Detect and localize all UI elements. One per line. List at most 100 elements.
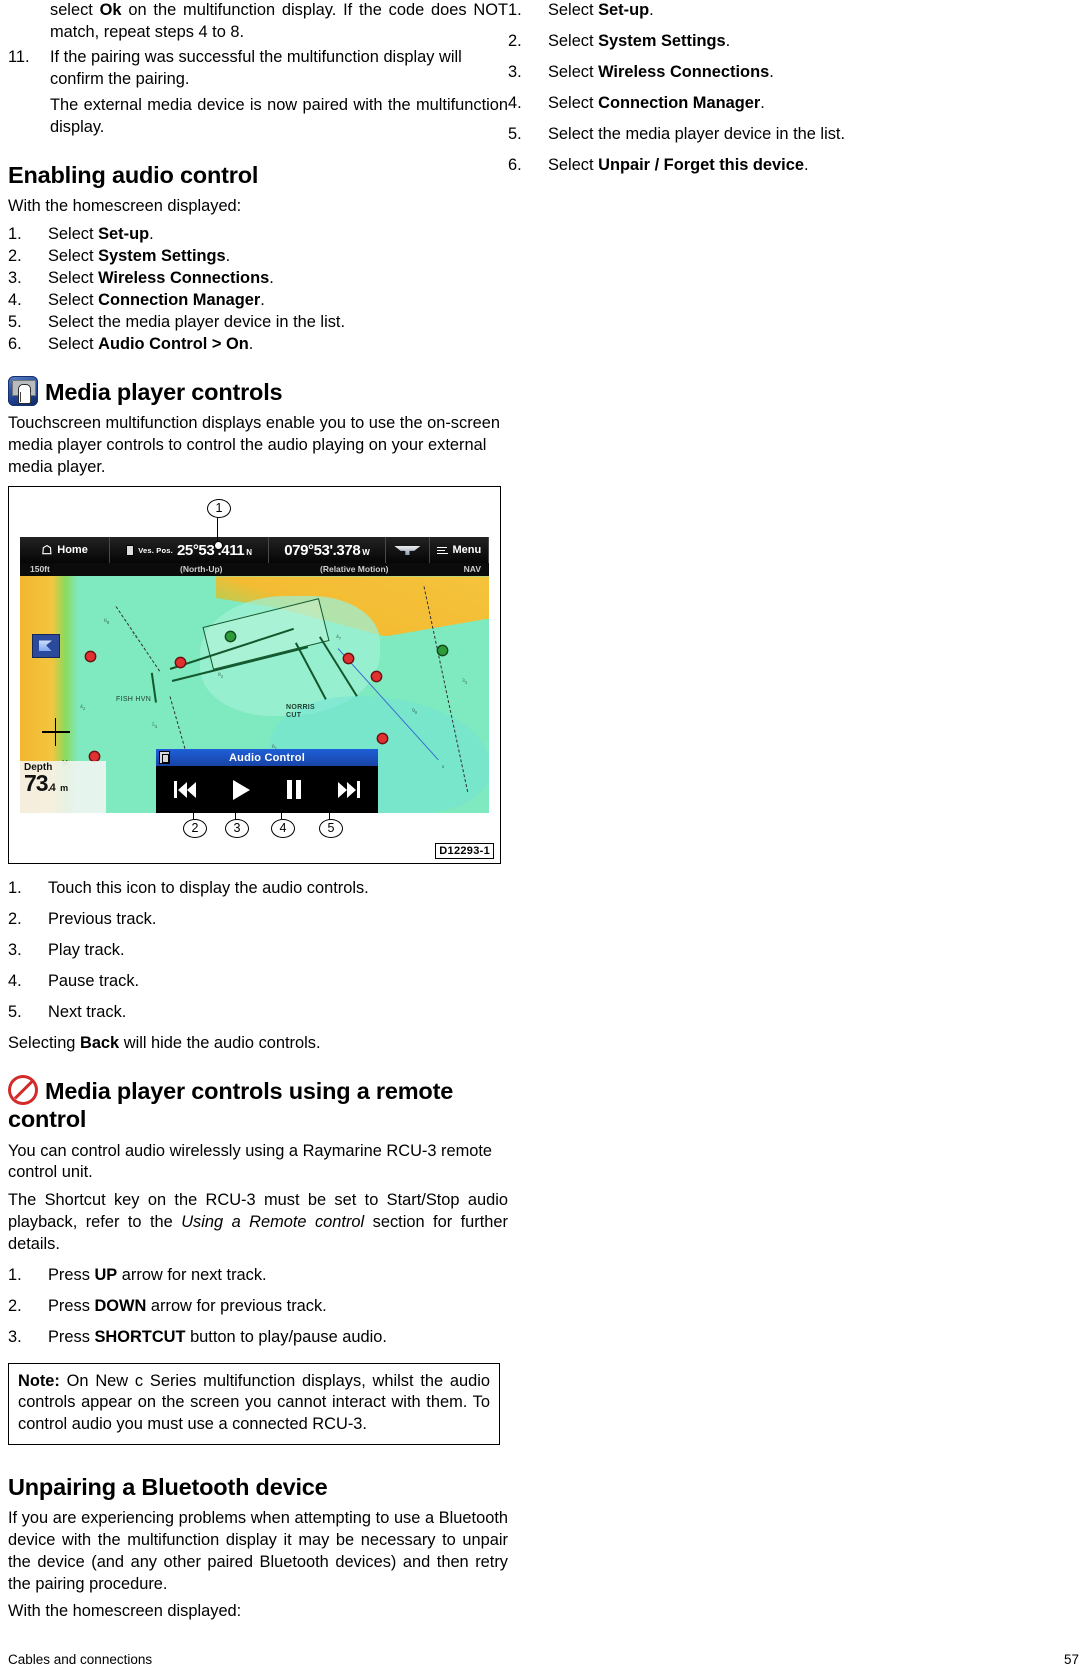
continued-step-list: 11. If the pairing was successful the mul… [8, 47, 508, 91]
step-bold: DOWN [94, 1296, 147, 1315]
vessel-icon [394, 545, 421, 555]
figure-id: D12293-1 [435, 843, 494, 860]
right-column: 1. Select Set-up. 2. Select System Setting… [508, 0, 1008, 186]
list-item: 3. Select Wireless Connections. [8, 268, 508, 290]
mfd-motion-mode: (Relative Motion) [320, 564, 389, 575]
mfd-menu-button[interactable]: Menu [430, 537, 489, 564]
closing-bold: Back [79, 1034, 120, 1053]
step-number: 1. [8, 1265, 22, 1284]
mfd-home-button[interactable]: ☖ Home [20, 537, 111, 564]
previous-track-button[interactable] [174, 781, 197, 799]
remote-steps: 1. Press UP arrow for next track. 2. Press… [8, 1265, 508, 1349]
heading-unpairing: Unpairing a Bluetooth device [8, 1473, 508, 1501]
list-item: 1. Touch this icon to display the audio c… [8, 878, 508, 900]
legend-text: Pause track. [48, 972, 140, 991]
step-number: 2. [508, 31, 522, 50]
callout-2: 2 [183, 819, 207, 839]
legend-text: Next track. [48, 1003, 127, 1022]
step-post: . [248, 334, 254, 353]
callout-5: 5 [319, 819, 343, 839]
play-track-button[interactable] [233, 779, 251, 800]
step-bold: Set-up [598, 1, 650, 19]
step-number: 4. [508, 93, 522, 112]
step-pre: Press [48, 1265, 95, 1284]
cursor-info-box [32, 634, 60, 659]
step-pre: Select [548, 31, 599, 50]
chart-label-fish-hvn: FISH HVN [116, 696, 152, 704]
step-post: . [149, 224, 154, 243]
continued-note: The external media device is now paired … [8, 95, 508, 139]
unpairing-para-2-text: With the homescreen displayed: [8, 1602, 242, 1621]
step-bold: Set-up [98, 224, 150, 243]
step-pre: Press [48, 1327, 95, 1346]
left-column: select Ok on the multifunction display. … [8, 0, 508, 1629]
callout-3: 3 [225, 819, 249, 839]
step-bold: System Settings [598, 31, 726, 50]
audio-control-panel: Audio Control [156, 749, 378, 814]
legend-text: Previous track. [48, 910, 157, 929]
step-pre: Select [48, 224, 99, 243]
mfd-vessel-button[interactable] [386, 537, 430, 564]
list-item: 2. Press DOWN arrow for previous track. [8, 1296, 508, 1318]
list-item: 6. Select Unpair / Forget this device. [508, 155, 1008, 177]
buoy-marker [90, 752, 99, 762]
step-pre: Select [548, 62, 599, 81]
step-number: 3. [8, 1327, 22, 1346]
step-11-text: If the pairing was successful the multif… [50, 47, 462, 88]
step-number: 3. [8, 268, 22, 287]
figure-legend: 1. Touch this icon to display the audio c… [8, 878, 508, 1024]
list-item: 5. Select the media player device in the … [508, 124, 1008, 146]
step-number: 4. [8, 290, 22, 309]
mfd-home-label: Home [57, 544, 88, 557]
mfd-longitude[interactable]: 079°53'.378 W [269, 537, 387, 564]
heading-remote-control: Media player controls using a remote con… [8, 1075, 508, 1133]
back-icon[interactable] [159, 751, 170, 765]
step-11-number: 11. [8, 47, 30, 66]
step-bold: Wireless Connections [598, 62, 770, 81]
step-bold: UP [94, 1265, 118, 1284]
touchscreen-icon [8, 375, 38, 406]
menu-icon [436, 546, 448, 555]
manual-page: select Ok on the multifunction display. … [0, 0, 1087, 1677]
legend-number: 5. [8, 1003, 22, 1022]
step-pre: Select [48, 334, 99, 353]
enabling-intro: With the homescreen displayed: [8, 196, 508, 218]
channel-line-5 [151, 673, 157, 704]
footer-page-number: 57 [1063, 1652, 1079, 1667]
depth-value: 73.4 m [24, 770, 68, 797]
legend-number: 3. [8, 941, 22, 960]
next-track-button[interactable] [337, 781, 360, 799]
audio-control-header: Audio Control [156, 749, 378, 767]
list-item: 5. Next track. [8, 1002, 508, 1024]
step-bold: Connection Manager [98, 290, 261, 309]
step-post: button to play/pause audio. [185, 1327, 387, 1346]
mfd-screenshot: ☖ Home Ves. Pos. 25°53'.411 N 079°53'.378… [20, 537, 489, 814]
enabling-intro-text: With the homescreen displayed: [8, 197, 242, 216]
heading-media-player-controls: Media player controls [8, 375, 508, 406]
step-number: 2. [8, 1296, 22, 1315]
legend-text: Play track. [48, 941, 125, 960]
mfd-orientation: (North-Up) [180, 564, 223, 575]
chart-crosshair [42, 718, 70, 747]
step-number: 3. [508, 62, 522, 81]
list-item: 2. Select System Settings. [508, 31, 1008, 53]
heading-media-player-controls-text: Media player controls [45, 378, 283, 405]
step-post: . [649, 1, 654, 19]
depth-readout: Depth 73.4 m [20, 761, 106, 814]
step-bold: SHORTCUT [94, 1327, 186, 1346]
leader-line-1 [217, 516, 219, 545]
document-icon [126, 544, 135, 556]
enabling-steps: 1. Select Set-up. 2. Select System Setting… [8, 224, 508, 356]
callout-1: 1 [207, 499, 231, 519]
unpairing-para-2: With the homescreen displayed: [8, 1601, 508, 1623]
list-item: 3. Select Wireless Connections. [508, 62, 1008, 84]
audio-control-title: Audio Control [229, 751, 305, 764]
step-pre: Press [48, 1296, 95, 1315]
mfd-topbar: ☖ Home Ves. Pos. 25°53'.411 N 079°53'.378… [20, 537, 489, 564]
mfd-vessel-position[interactable]: Ves. Pos. 25°53'.411 N [110, 537, 269, 564]
note-text: Note: On New c Series multifunction disp… [18, 1371, 490, 1436]
remote-para-1: You can control audio wirelessly using a… [8, 1141, 508, 1185]
step-post: . [725, 31, 731, 50]
list-item: 4. Select Connection Manager. [8, 290, 508, 312]
pause-track-button[interactable] [286, 780, 301, 800]
